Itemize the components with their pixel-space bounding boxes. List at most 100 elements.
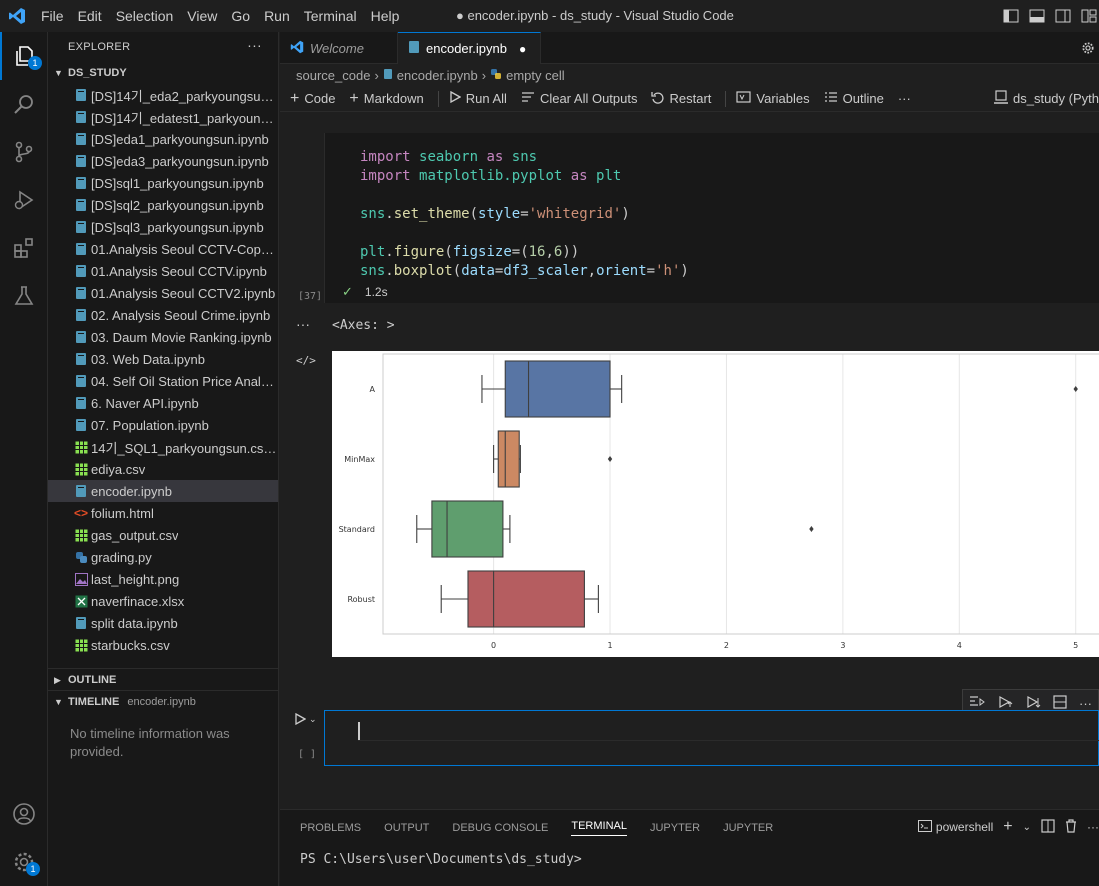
panel-tab-output[interactable]: OUTPUT	[384, 822, 429, 834]
file-item[interactable]: encoder.ipynb	[48, 480, 278, 502]
boxplot-output: 0 1 2 3 4 5 A MinMax Standard Robust	[332, 351, 1099, 657]
unsaved-dot-icon[interactable]: ●	[519, 42, 526, 56]
file-item[interactable]: [DS]eda1_parkyoungsun.ipynb	[48, 128, 278, 150]
settings-gear-icon[interactable]: 1	[0, 838, 48, 886]
variables-button[interactable]: Variables	[736, 91, 810, 106]
run-by-line-icon[interactable]	[969, 695, 985, 712]
execute-below-icon[interactable]	[1025, 695, 1041, 712]
toggle-secondary-sidebar-icon[interactable]	[1053, 6, 1073, 26]
empty-cell-editor[interactable]	[358, 722, 1099, 741]
code-cell[interactable]: import seaborn as sns import matplotlib.…	[324, 133, 1099, 303]
file-item[interactable]: 6. Naver API.ipynb	[48, 392, 278, 414]
breadcrumb-folder[interactable]: source_code	[296, 68, 370, 83]
file-item[interactable]: split data.ipynb	[48, 612, 278, 634]
menu-terminal[interactable]: Terminal	[297, 8, 364, 24]
menu-selection[interactable]: Selection	[109, 8, 181, 24]
toggle-primary-sidebar-icon[interactable]	[1001, 6, 1021, 26]
menu-help[interactable]: Help	[364, 8, 407, 24]
extensions-icon[interactable]	[0, 224, 48, 272]
file-item[interactable]: [DS]eda3_parkyoungsun.ipynb	[48, 150, 278, 172]
file-item[interactable]: 01.Analysis Seoul CCTV-Copy1....	[48, 238, 278, 260]
image-file-icon	[73, 571, 89, 587]
file-item[interactable]: 02. Analysis Seoul Crime.ipynb	[48, 304, 278, 326]
file-item[interactable]: [DS]14기_eda2_parkyoungsun.i...	[48, 84, 278, 106]
customize-layout-icon[interactable]	[1079, 6, 1099, 26]
output-renderer-icon[interactable]: </>	[296, 354, 316, 367]
file-item[interactable]: 01.Analysis Seoul CCTV.ipynb	[48, 260, 278, 282]
file-item[interactable]: grading.py	[48, 546, 278, 568]
file-item[interactable]: 04. Self Oil Station Price Analys...	[48, 370, 278, 392]
menu-go[interactable]: Go	[224, 8, 257, 24]
file-name: [DS]eda1_parkyoungsun.ipynb	[91, 131, 269, 147]
file-item[interactable]: [DS]sql1_parkyoungsun.ipynb	[48, 172, 278, 194]
code-editor[interactable]: import seaborn as sns import matplotlib.…	[360, 148, 689, 281]
search-icon[interactable]	[0, 80, 48, 128]
execute-above-icon[interactable]	[997, 695, 1013, 712]
testing-icon[interactable]	[0, 272, 48, 320]
outlier-point	[809, 526, 814, 532]
file-item[interactable]: 01.Analysis Seoul CCTV2.ipynb	[48, 282, 278, 304]
terminal-profile[interactable]: powershell	[917, 819, 993, 835]
file-name: [DS]eda3_parkyoungsun.ipynb	[91, 153, 269, 169]
file-item[interactable]: 14기_SQL1_parkyoungsun.csv.c...	[48, 436, 278, 458]
menu-file[interactable]: File	[34, 8, 71, 24]
file-item[interactable]: [DS]14기_edatest1_parkyoungs...	[48, 106, 278, 128]
menu-view[interactable]: View	[180, 8, 224, 24]
restart-button[interactable]: Restart	[651, 91, 711, 107]
explorer-icon[interactable]: 1	[0, 32, 48, 80]
menu-edit[interactable]: Edit	[71, 8, 109, 24]
file-tree: [DS]14기_eda2_parkyoungsun.i... [DS]14기_ed…	[48, 84, 278, 656]
terminal-prompt[interactable]: PS C:\Users\user\Documents\ds_study>	[300, 852, 582, 867]
file-item[interactable]: ediya.csv	[48, 458, 278, 480]
file-item[interactable]: [DS]sql3_parkyoungsun.ipynb	[48, 216, 278, 238]
panel-tab-debug-console[interactable]: DEBUG CONSOLE	[452, 822, 548, 834]
outline-button[interactable]: Outline	[824, 91, 884, 106]
source-control-icon[interactable]	[0, 128, 48, 176]
empty-code-cell[interactable]	[324, 710, 1099, 766]
tab-encoder[interactable]: encoder.ipynb ●	[398, 32, 541, 64]
split-terminal-icon[interactable]	[1041, 818, 1055, 836]
panel-tab-jupyter[interactable]: JUPYTER	[650, 822, 700, 834]
chevron-down-icon[interactable]: ⌄	[1023, 822, 1031, 833]
clear-all-outputs-button[interactable]: Clear All Outputs	[521, 91, 637, 106]
run-cell-button[interactable]: ⌄	[294, 713, 317, 725]
split-cell-icon[interactable]	[1053, 694, 1067, 712]
output-more-icon[interactable]: ···	[296, 316, 310, 332]
add-code-button[interactable]: + Code	[290, 90, 335, 108]
csv-file-icon	[73, 461, 89, 477]
more-actions-icon[interactable]: ···	[1079, 696, 1092, 711]
file-item[interactable]: <> folium.html	[48, 502, 278, 524]
file-item[interactable]: 03. Daum Movie Ranking.ipynb	[48, 326, 278, 348]
file-item[interactable]: [DS]sql2_parkyoungsun.ipynb	[48, 194, 278, 216]
menu-run[interactable]: Run	[257, 8, 297, 24]
terminal-controls: powershell + ⌄ ···	[917, 818, 1099, 836]
panel-tab-problems[interactable]: PROBLEMS	[300, 822, 361, 834]
file-item[interactable]: 07. Population.ipynb	[48, 414, 278, 436]
folder-header[interactable]: ▼ DS_STUDY	[48, 62, 278, 84]
panel-tab-jupyter-2[interactable]: JUPYTER	[723, 822, 773, 834]
panel-tab-terminal[interactable]: TERMINAL	[571, 820, 627, 836]
notebook-settings-gear-icon[interactable]	[1081, 32, 1099, 63]
chevron-down-icon[interactable]: ⌄	[309, 714, 317, 725]
breadcrumb-file[interactable]: encoder.ipynb	[397, 68, 478, 83]
toggle-panel-icon[interactable]	[1027, 6, 1047, 26]
kernel-picker[interactable]: ds_study (Pyth	[994, 90, 1099, 107]
file-item[interactable]: starbucks.csv	[48, 634, 278, 656]
explorer-more-icon[interactable]: ···	[247, 37, 262, 53]
breadcrumb-cell[interactable]: empty cell	[506, 68, 565, 83]
toolbar-more-button[interactable]: ···	[898, 91, 911, 106]
file-item[interactable]: naverfinace.xlsx	[48, 590, 278, 612]
timeline-header[interactable]: ▼ TIMELINE encoder.ipynb	[48, 691, 278, 713]
outline-header[interactable]: ▶ OUTLINE	[48, 669, 278, 691]
new-terminal-icon[interactable]: +	[1003, 818, 1012, 836]
more-actions-icon[interactable]: ···	[1087, 820, 1099, 834]
add-markdown-button[interactable]: + Markdown	[349, 90, 423, 108]
trash-icon[interactable]	[1065, 818, 1077, 836]
file-item[interactable]: 03. Web Data.ipynb	[48, 348, 278, 370]
file-item[interactable]: gas_output.csv	[48, 524, 278, 546]
account-icon[interactable]	[0, 790, 48, 838]
tab-welcome[interactable]: Welcome	[280, 32, 398, 64]
file-item[interactable]: last_height.png	[48, 568, 278, 590]
run-all-button[interactable]: Run All	[449, 90, 507, 106]
run-debug-icon[interactable]	[0, 176, 48, 224]
